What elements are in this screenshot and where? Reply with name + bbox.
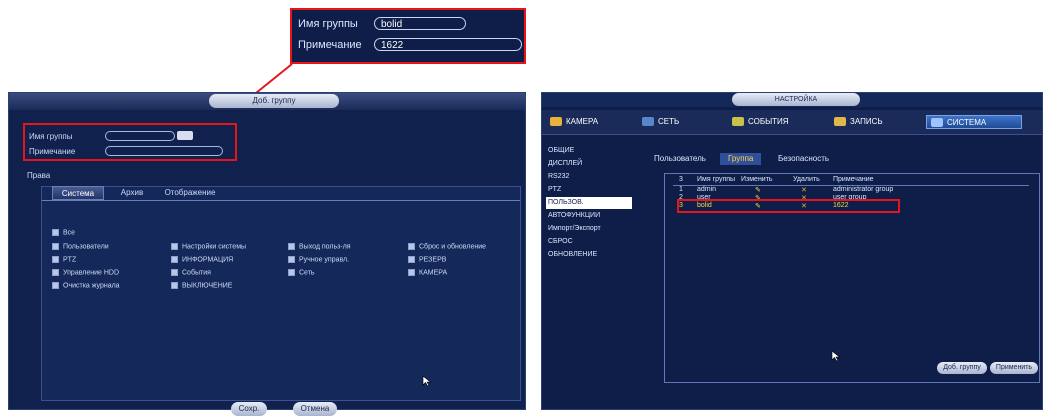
row-1-edit-icon[interactable]: ✎ xyxy=(755,186,761,194)
row-1-num: 1 xyxy=(679,186,683,193)
group-name-input[interactable] xyxy=(105,131,175,141)
record-icon xyxy=(834,117,846,127)
tab-system[interactable]: Система xyxy=(52,186,104,200)
toolbar-events[interactable]: СОБЫТИЯ xyxy=(732,115,812,129)
sidebar-item-ptz[interactable]: PTZ xyxy=(546,184,632,196)
checkbox-info[interactable]: ИНФОРМАЦИЯ xyxy=(171,256,233,263)
dialog-title-bar: Доб. группу xyxy=(9,93,525,110)
sidebar-item-general[interactable]: ОБЩИЕ xyxy=(546,145,632,157)
checkbox-events[interactable]: События xyxy=(171,269,211,276)
toolbar-camera[interactable]: КАМЕРА xyxy=(550,115,620,129)
rights-label: Права xyxy=(27,171,51,180)
mouse-cursor-icon xyxy=(422,375,432,387)
callout-group-name-label: Имя группы xyxy=(298,18,358,30)
checkbox-backup[interactable]: РЕЗЕРВ xyxy=(408,256,446,263)
sidebar-item-display[interactable]: ДИСПЛЕЙ xyxy=(546,158,632,170)
sidebar-item-autofunctions[interactable]: АВТОФУНКЦИИ xyxy=(546,210,632,222)
rights-panel: Система Архив Отображение Все Пользовате… xyxy=(41,186,521,401)
header-count: 3 xyxy=(679,176,683,183)
camera-icon xyxy=(550,117,562,127)
add-group-button[interactable]: Доб. группу xyxy=(937,362,987,374)
toolbar-network[interactable]: СЕТЬ xyxy=(642,115,712,129)
sidebar-item-reset[interactable]: СБРОС xyxy=(546,236,632,248)
system-icon xyxy=(931,118,943,128)
zoom-callout: Имя группы bolid Примечание 1622 xyxy=(290,8,526,64)
checkbox-shutdown[interactable]: ВЫКЛЮЧЕНИЕ xyxy=(171,282,232,289)
callout-note-label: Примечание xyxy=(298,39,362,51)
checkbox-all[interactable]: Все xyxy=(52,229,75,236)
tab-archive[interactable]: Архив xyxy=(112,186,152,200)
header-edit: Изменить xyxy=(741,176,773,183)
row-1-name: admin xyxy=(697,186,717,193)
checkbox-users[interactable]: Пользователи xyxy=(52,243,109,250)
sidebar-item-import-export[interactable]: Импорт/Экспорт xyxy=(546,223,632,235)
tab-display[interactable]: Отображение xyxy=(160,186,220,200)
settings-window: НАСТРОЙКА КАМЕРА СЕТЬ СОБЫТИЯ ЗАПИСЬ СИС… xyxy=(541,92,1043,410)
subtab-security[interactable]: Безопасность xyxy=(778,153,829,165)
checkbox-clear-log[interactable]: Очистка журнала xyxy=(52,282,120,289)
note-label: Примечание xyxy=(29,147,76,156)
dialog-title: Доб. группу xyxy=(209,94,339,108)
subtab-user[interactable]: Пользователь xyxy=(654,153,706,165)
sidebar-item-users[interactable]: ПОЛЬЗОВ. xyxy=(546,197,632,209)
header-delete: Удалить xyxy=(793,176,820,183)
group-name-label: Имя группы xyxy=(29,132,73,141)
events-icon xyxy=(732,117,744,127)
callout-note-field: 1622 xyxy=(374,38,522,51)
sidebar-item-update[interactable]: ОБНОВЛЕНИЕ xyxy=(546,249,632,261)
header-group-name: Имя группы xyxy=(697,176,736,183)
settings-title: НАСТРОЙКА xyxy=(732,93,860,106)
row-1-delete-icon[interactable]: ✕ xyxy=(801,186,807,194)
add-group-dialog: Доб. группу Имя группы Примечание Права … xyxy=(8,92,526,416)
checkbox-ptz[interactable]: PTZ xyxy=(52,256,76,263)
note-input[interactable] xyxy=(105,146,223,156)
checkbox-user-logout[interactable]: Выход польз-ля xyxy=(288,243,351,250)
toolbar-record[interactable]: ЗАПИСЬ xyxy=(834,115,904,129)
callout-group-name-field: bolid xyxy=(374,17,466,30)
checkbox-system-settings[interactable]: Настройки системы xyxy=(171,243,246,250)
settings-title-bar: НАСТРОЙКА xyxy=(542,93,1042,107)
sidebar-item-rs232[interactable]: RS232 xyxy=(546,171,632,183)
toolbar-system[interactable]: СИСТЕМА xyxy=(926,115,1022,129)
keyboard-icon[interactable] xyxy=(177,131,193,140)
row-1-note: administrator group xyxy=(833,186,894,193)
checkbox-hdd-management[interactable]: Управление HDD xyxy=(52,269,119,276)
save-button[interactable]: Сохр. xyxy=(231,402,267,416)
tab-divider xyxy=(42,200,520,201)
header-note: Примечание xyxy=(833,176,874,183)
network-icon xyxy=(642,117,654,127)
cancel-button[interactable]: Отмена xyxy=(293,402,337,416)
checkbox-manual-control[interactable]: Ручное управл. xyxy=(288,256,349,263)
checkbox-camera[interactable]: КАМЕРА xyxy=(408,269,447,276)
checkbox-reset-update[interactable]: Сброс и обновление xyxy=(408,243,486,250)
new-group-row-highlight xyxy=(677,199,900,213)
mouse-cursor-icon xyxy=(831,350,841,362)
main-toolbar: КАМЕРА СЕТЬ СОБЫТИЯ ЗАПИСЬ СИСТЕМА xyxy=(542,110,1042,135)
checkbox-network[interactable]: Сеть xyxy=(288,269,315,276)
apply-button[interactable]: Применить xyxy=(990,362,1038,374)
subtab-group[interactable]: Группа xyxy=(720,153,762,165)
